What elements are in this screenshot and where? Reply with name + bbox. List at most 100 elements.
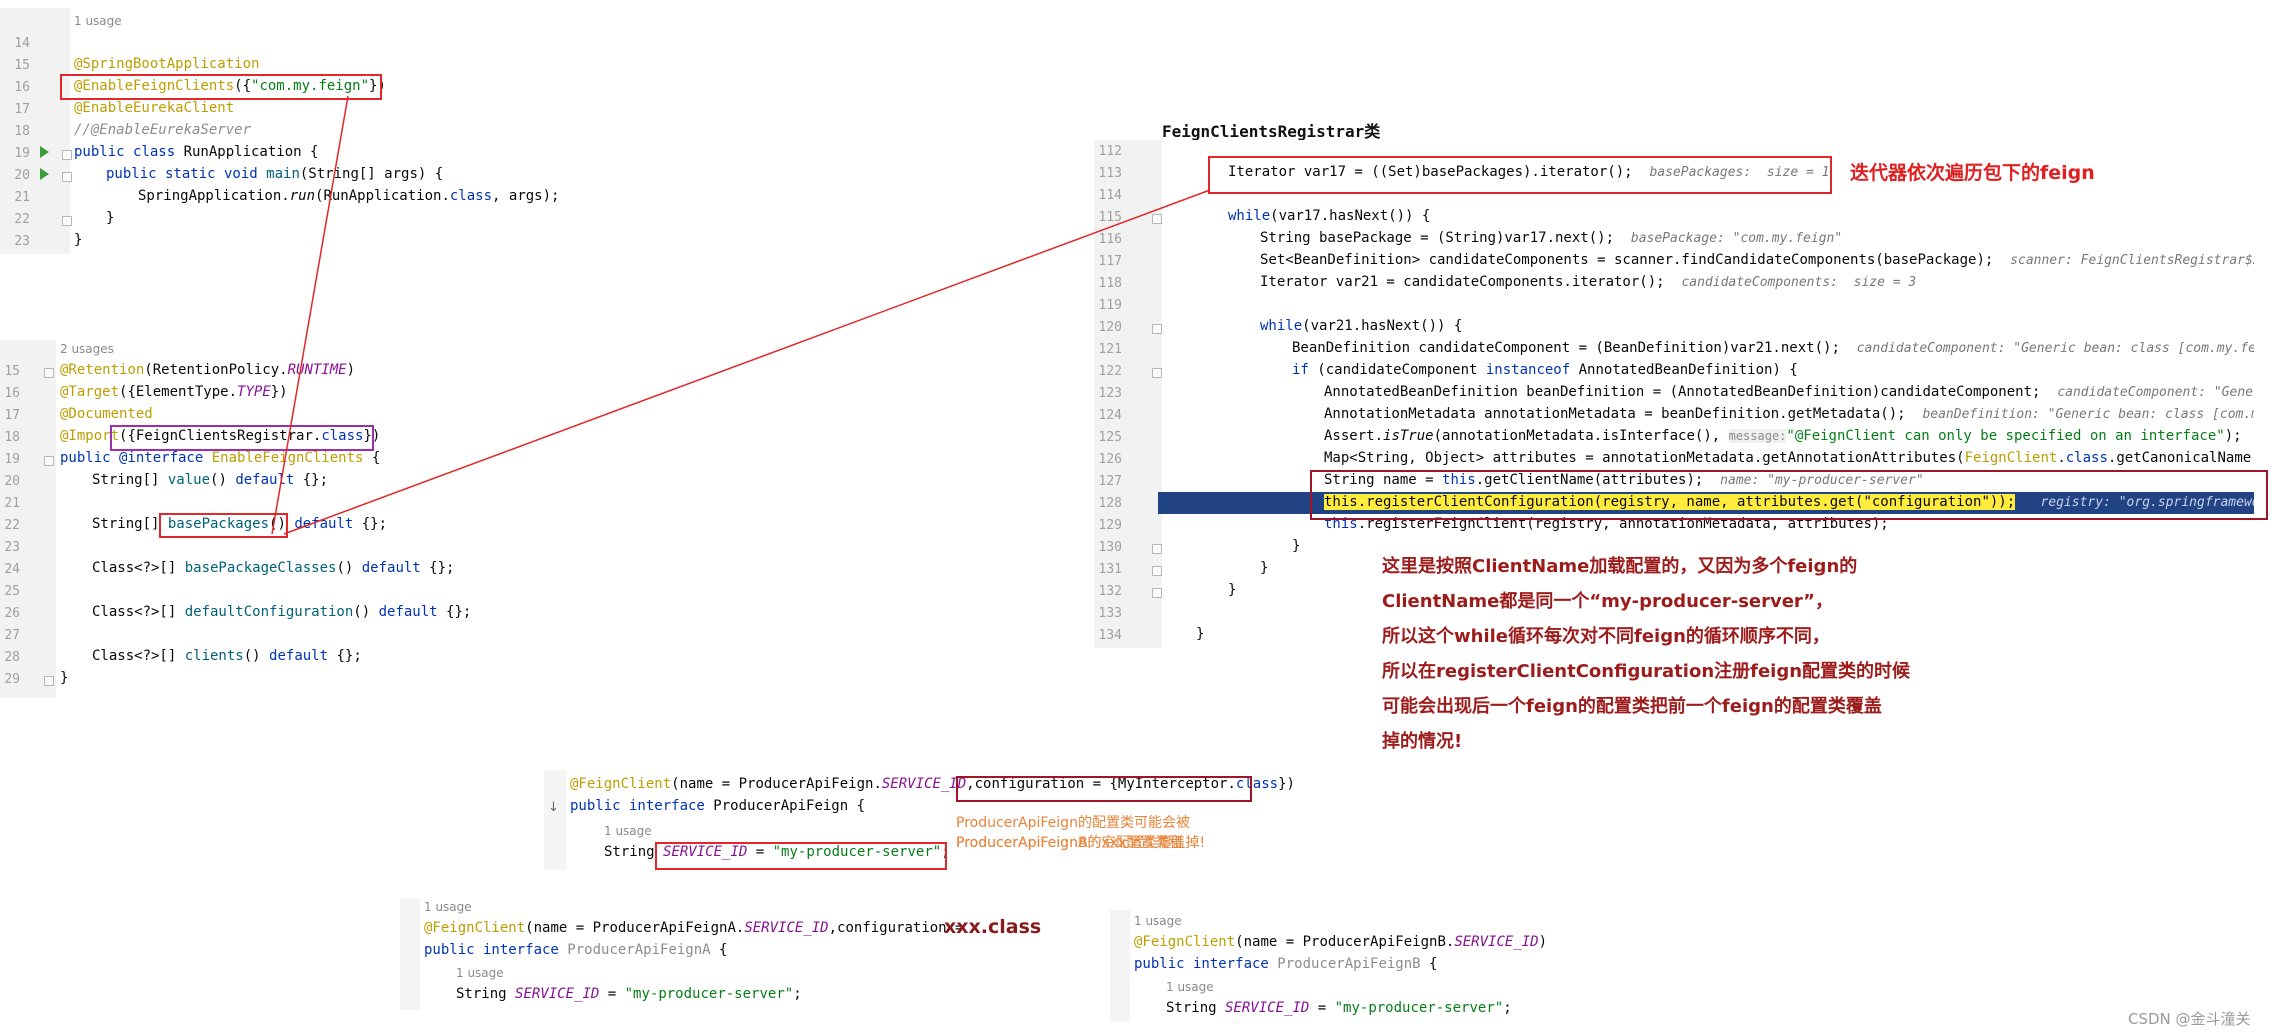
fold-marker-icon[interactable] — [1152, 368, 1162, 378]
comment: //@EnableEurekaServer — [74, 122, 252, 138]
keyword: public interface — [1134, 956, 1278, 972]
code-line: } — [1228, 582, 1237, 598]
code-line: SpringApplication.run(RunApplication.cla… — [138, 188, 559, 204]
line-number: 132 — [1098, 584, 1122, 599]
line-number: 125 — [1098, 430, 1122, 445]
iterator-label: 迭代器依次遍历包下的feign — [1850, 162, 2095, 184]
fold-marker-icon[interactable] — [44, 368, 54, 378]
code-line: @Documented — [60, 406, 153, 422]
enable-feign-clients-box — [60, 74, 382, 100]
code-line: } — [1292, 538, 1301, 554]
usage-hint[interactable]: 1 usage — [424, 900, 472, 914]
code-line: String[] value() default {}; — [92, 472, 328, 488]
code-token: AnnotationMetadata annotationMetadata = … — [1324, 406, 1906, 422]
code-token: () — [353, 604, 379, 620]
code-token: Class<?>[] — [92, 560, 185, 576]
usage-hint[interactable]: 1 usage — [456, 966, 504, 980]
fold-marker-icon[interactable] — [62, 172, 72, 182]
usage-hint[interactable]: 1 usage — [1134, 914, 1182, 928]
code-token: String — [1166, 1000, 1226, 1016]
iterator-box — [1208, 156, 1832, 194]
keyword: instanceof — [1485, 362, 1571, 378]
line-number: 117 — [1098, 254, 1122, 269]
explanation-line: 这里是按照ClientName加载配置的，又因为多个feign的 — [1382, 556, 1858, 577]
run-gutter-icon[interactable] — [40, 168, 49, 180]
code-line: Iterator var21 = candidateComponents.ite… — [1260, 274, 1916, 290]
line-number: 130 — [1098, 540, 1122, 555]
line-number: 25 — [4, 584, 20, 599]
fold-marker-icon[interactable] — [62, 216, 72, 226]
line-number: 118 — [1098, 276, 1122, 291]
code-token: Set<BeanDefinition> candidateComponents … — [1260, 252, 1994, 268]
fold-marker-icon[interactable] — [44, 456, 54, 466]
code-line: } — [1260, 560, 1269, 576]
code-token: (name = ProducerApiFeignB. — [1235, 934, 1455, 950]
line-number: 15 — [14, 58, 30, 73]
enum-constant: RUNTIME — [287, 362, 347, 378]
field-name: SERVICE_ID — [1225, 1000, 1310, 1016]
code-token: (name = ProducerApiFeignA. — [525, 920, 745, 936]
code-line: Class<?>[] defaultConfiguration() defaul… — [92, 604, 471, 620]
fold-marker-icon[interactable] — [1152, 214, 1162, 224]
code-token: . — [2057, 450, 2066, 466]
line-number: 17 — [14, 102, 30, 117]
field-reference: SERVICE_ID — [744, 920, 829, 936]
code-line: public static void main(String[] args) { — [106, 166, 443, 182]
inline-debug-value: candidateComponents: size = 3 — [1681, 275, 1917, 290]
code-line: public interface ProducerApiFeignA { — [424, 942, 727, 958]
inline-debug-value: candidateComponent: "Generic — [2057, 385, 2254, 400]
code-line: Set<BeanDefinition> candidateComponents … — [1260, 252, 2254, 268]
fold-marker-icon[interactable] — [1152, 588, 1162, 598]
code-line: String SERVICE_ID = "my-producer-server"… — [1166, 1000, 1512, 1016]
code-token: {}; — [420, 560, 455, 576]
code-token: (RetentionPolicy. — [144, 362, 288, 378]
line-number: 128 — [1098, 496, 1122, 511]
code-token: {}; — [353, 516, 388, 532]
static-method: isTrue — [1383, 428, 1434, 444]
xxx-class-label: xxx.class — [944, 916, 1042, 938]
code-token: ({ElementType. — [119, 384, 238, 400]
inline-debug-value: beanDefinition: "Generic bean: class [co… — [1922, 407, 2254, 422]
code-token: SpringApplication. — [138, 188, 290, 204]
inline-debug-value: basePackage: "com.my.feign" — [1630, 231, 1843, 246]
field-reference: SERVICE_ID — [881, 776, 967, 792]
code-token: RunApplication { — [183, 144, 319, 160]
usage-hint[interactable]: 1 usage — [1166, 980, 1214, 994]
annotation: @FeignClient — [424, 920, 526, 936]
usage-hint[interactable]: 1 usage — [74, 14, 122, 28]
code-line: @SpringBootApplication — [74, 56, 259, 72]
line-number: 15 — [4, 364, 20, 379]
fold-marker-icon[interactable] — [1152, 566, 1162, 576]
line-number: 16 — [14, 80, 30, 95]
line-number: 122 — [1098, 364, 1122, 379]
keyword: default — [378, 604, 438, 620]
fold-marker-icon[interactable] — [62, 150, 72, 160]
usage-hint[interactable]: 1 usage — [604, 824, 652, 838]
run-gutter-icon[interactable] — [40, 146, 49, 158]
code-token: ; — [1503, 1000, 1512, 1016]
explanation-line: 掉的情况! — [1382, 731, 1463, 752]
line-number: 17 — [4, 408, 20, 423]
method-name: defaultConfiguration — [184, 604, 354, 620]
field-reference: SERVICE_ID — [1454, 934, 1539, 950]
code-token: = — [1309, 1000, 1335, 1016]
usage-hint[interactable]: 2 usages — [60, 342, 114, 356]
code-line: Assert.isTrue(annotationMetadata.isInter… — [1324, 428, 2242, 444]
keyword: public interface — [424, 942, 568, 958]
line-gutter — [1110, 910, 1130, 1022]
line-number: 134 — [1098, 628, 1122, 643]
fold-marker-icon[interactable] — [44, 676, 54, 686]
code-line: } — [60, 670, 69, 686]
line-number: 23 — [4, 540, 20, 555]
explanation-line: ClientName都是同一个“my-producer-server”， — [1382, 591, 1833, 612]
line-number: 127 — [1098, 474, 1122, 489]
line-number: 19 — [4, 452, 20, 467]
method-name: main — [266, 166, 300, 182]
fold-marker-icon[interactable] — [1152, 324, 1162, 334]
line-number: 121 — [1098, 342, 1122, 357]
code-token: Class<?>[] — [92, 648, 185, 664]
code-line: if (candidateComponent instanceof Annota… — [1292, 362, 1798, 378]
code-line: @FeignClient(name = ProducerApiFeignB.SE… — [1134, 934, 1547, 950]
line-number: 28 — [4, 650, 20, 665]
fold-marker-icon[interactable] — [1152, 544, 1162, 554]
